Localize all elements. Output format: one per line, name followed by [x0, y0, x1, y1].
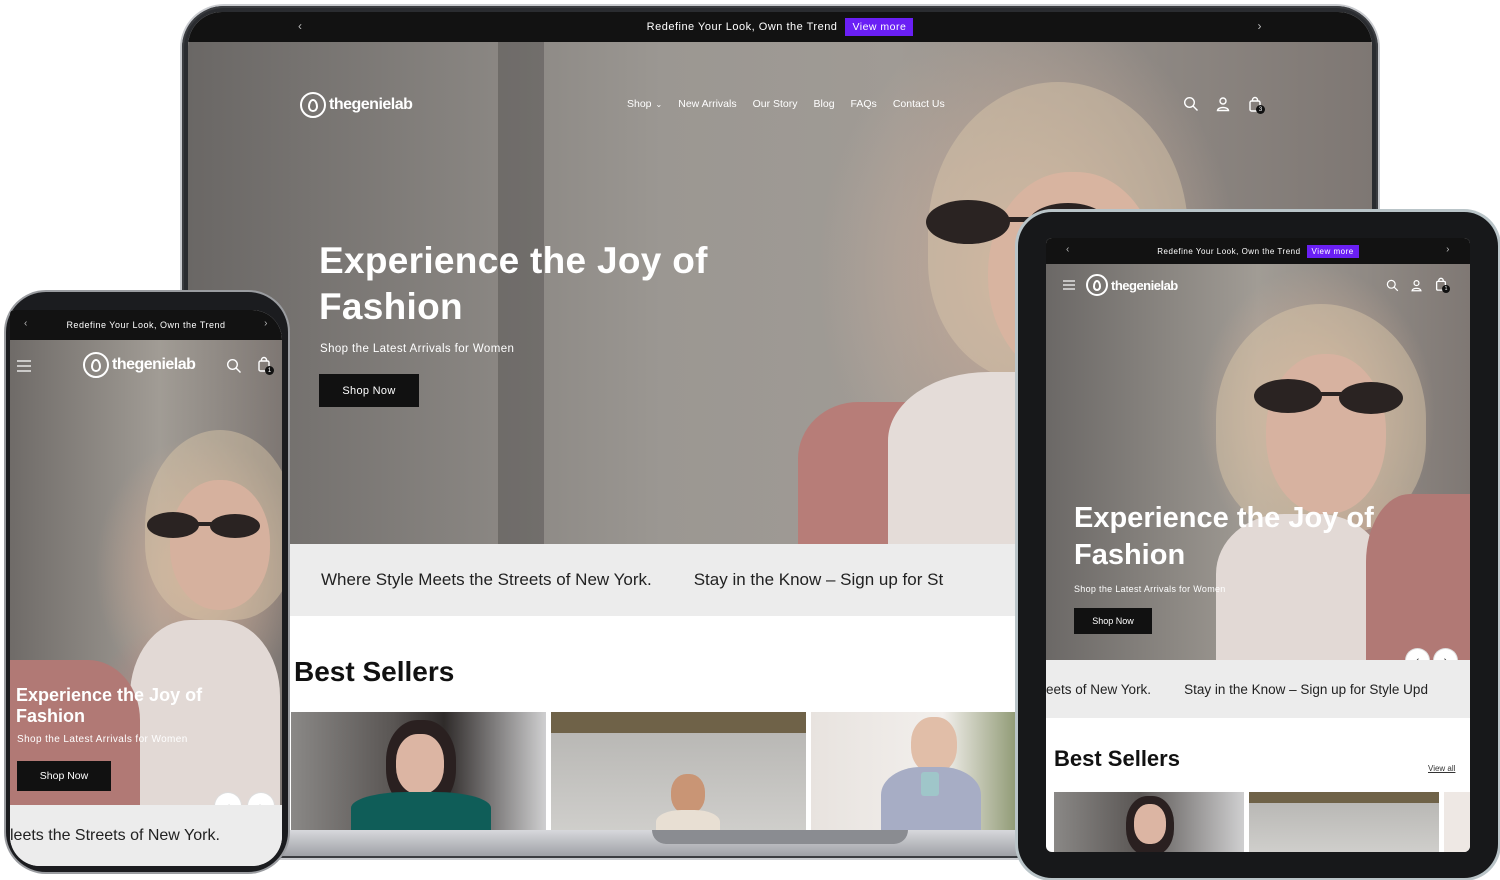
tablet-hero-title: Experience the Joy of Fashion [1074, 502, 1374, 571]
brand-logo[interactable]: thegenielab [300, 92, 413, 118]
tablet-product-card-2[interactable] [1249, 792, 1439, 852]
product-card-1[interactable] [291, 712, 546, 830]
tablet-cart-count-badge: 1 [1442, 285, 1450, 293]
phone-menu-icon[interactable] [17, 360, 31, 372]
phone-brand-name: thegenielab [112, 356, 196, 373]
phone-announcement-prev-icon[interactable]: ‹ [24, 318, 28, 329]
phone-search-icon[interactable] [226, 358, 242, 374]
tablet-brand-logo[interactable]: thegenielab [1086, 274, 1178, 296]
search-icon[interactable] [1183, 96, 1199, 112]
phone-cart-count-badge: 1 [265, 366, 274, 375]
tablet-hero-banner [1046, 264, 1470, 664]
tablet-marquee-bar: eets of New York. Stay in the Know – Sig… [1046, 660, 1470, 718]
marquee-item-2: Stay in the Know – Sign up for St [693, 570, 944, 589]
brand-name: thegenielab [329, 96, 413, 113]
phone-announcement-text: Redefine Your Look, Own the Trend [66, 320, 226, 330]
nav-item-faqs[interactable]: FAQs [851, 98, 877, 110]
main-nav: Shop ⌄ New Arrivals Our Story Blog FAQs C… [627, 98, 945, 110]
marquee-item-1: Where Style Meets the Streets of New Yor… [321, 570, 652, 589]
phone-hero-subtitle: Shop the Latest Arrivals for Women [17, 734, 188, 745]
account-icon[interactable] [1215, 96, 1231, 112]
tablet-announcement-text: Redefine Your Look, Own the Trend [1157, 246, 1301, 256]
nav-item-contact-us[interactable]: Contact Us [893, 98, 945, 110]
header-icons: 3 [1183, 96, 1265, 117]
tablet-view-all-link[interactable]: View all [1428, 764, 1455, 773]
phone-marquee-bar: leets the Streets of New York. [10, 805, 282, 866]
product-card-3[interactable] [811, 712, 1031, 830]
product-card-2[interactable] [551, 712, 806, 830]
phone-screen: ‹ Redefine Your Look, Own the Trend › th… [10, 310, 282, 866]
tablet-logo-drop-icon [1086, 274, 1108, 296]
nav-item-new-arrivals[interactable]: New Arrivals [678, 98, 736, 110]
tablet-product-card-1[interactable] [1054, 792, 1244, 852]
tablet-announcement-bar: ‹ Redefine Your Look, Own the Trend View… [1046, 238, 1470, 264]
tablet-hero-subtitle: Shop the Latest Arrivals for Women [1074, 584, 1226, 594]
phone-logo-drop-icon [83, 352, 109, 378]
phone-announcement-next-icon[interactable]: › [264, 318, 268, 329]
tablet-view-more-button[interactable]: View more [1306, 244, 1359, 258]
nav-item-our-story[interactable]: Our Story [753, 98, 798, 110]
tablet-product-1-face [1134, 804, 1166, 844]
product-2-face [671, 774, 705, 814]
product-2-top [656, 810, 720, 830]
announcement-text: Redefine Your Look, Own the Trend [646, 21, 838, 33]
tablet-announcement-prev-icon[interactable]: ‹ [1066, 244, 1070, 255]
tablet-brand-name: thegenielab [1111, 277, 1178, 293]
tablet-hero-sunglasses [1254, 379, 1403, 414]
phone-hero-title: Experience the Joy of Fashion [16, 685, 203, 726]
announcement-next-icon[interactable]: › [1258, 19, 1263, 33]
shop-chevron-down-icon: ⌄ [655, 100, 663, 109]
hero-title: Experience the Joy of Fashion [319, 240, 708, 327]
product-3-face [911, 717, 957, 773]
tablet-menu-icon[interactable] [1063, 280, 1075, 290]
product-3-mug [921, 772, 939, 796]
announcement-prev-icon[interactable]: ‹ [298, 19, 303, 33]
logo-drop-icon [300, 92, 326, 118]
best-sellers-title: Best Sellers [294, 656, 455, 687]
phone-announcement-bar: ‹ Redefine Your Look, Own the Trend › [10, 310, 282, 340]
phone-hero-sunglasses [147, 512, 260, 538]
phone-hero-face [170, 480, 270, 610]
nav-item-blog[interactable]: Blog [814, 98, 835, 110]
phone-cart-button[interactable]: 1 [256, 356, 274, 377]
tablet-cart-button[interactable]: 1 [1434, 277, 1450, 296]
view-more-button[interactable]: View more [845, 18, 914, 36]
tablet-screen: ‹ Redefine Your Look, Own the Trend View… [1046, 238, 1470, 852]
tablet-best-sellers-title: Best Sellers [1054, 746, 1180, 771]
tablet-product-card-3[interactable] [1444, 792, 1470, 852]
tablet-marquee-item-1: eets of New York. [1046, 681, 1152, 697]
shop-now-button[interactable]: Shop Now [319, 374, 419, 407]
cart-count-badge: 3 [1256, 105, 1265, 114]
tablet-shop-now-button[interactable]: Shop Now [1074, 608, 1152, 634]
tablet-account-icon[interactable] [1410, 279, 1423, 292]
product-1-face [396, 734, 444, 794]
phone-shop-now-button[interactable]: Shop Now [17, 761, 111, 791]
phone-marquee-item: leets the Streets of New York. [10, 826, 220, 844]
cart-button[interactable]: 3 [1247, 96, 1265, 117]
tablet-search-icon[interactable] [1386, 279, 1399, 292]
hero-subtitle: Shop the Latest Arrivals for Women [320, 343, 515, 355]
announcement-bar: ‹ Redefine Your Look, Own the Trend View… [188, 12, 1372, 42]
product-1-shirt [351, 792, 491, 830]
laptop-notch [652, 830, 908, 844]
tablet-announcement-next-icon[interactable]: › [1446, 244, 1450, 255]
nav-item-shop[interactable]: Shop ⌄ [627, 98, 662, 110]
phone-brand-logo[interactable]: thegenielab [83, 352, 196, 378]
tablet-marquee-item-2: Stay in the Know – Sign up for Style Upd [1184, 681, 1428, 697]
